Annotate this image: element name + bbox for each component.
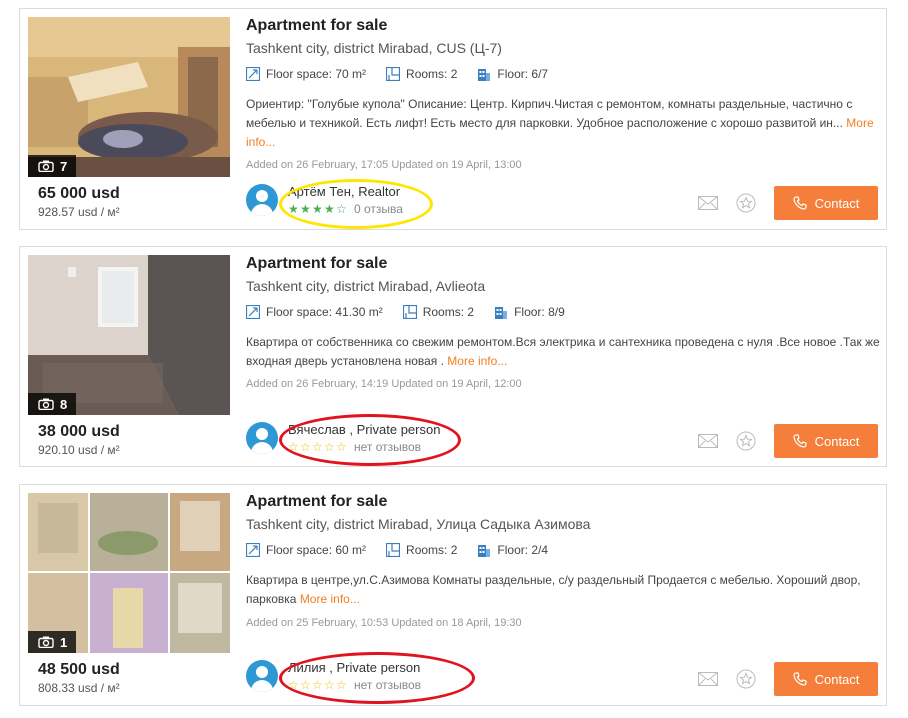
listing-dates: Added on 26 February, 17:05 Updated on 1… [246, 159, 522, 171]
floor: Floor: 8/9 [494, 305, 565, 319]
phone-icon [792, 434, 807, 448]
floor: Floor: 6/7 [477, 67, 548, 81]
favorite-icon[interactable] [736, 193, 756, 213]
favorite-icon[interactable] [736, 669, 756, 689]
listing-title[interactable]: Apartment for sale [246, 493, 387, 511]
listing-card: 7 65 000 usd 928.57 usd / м² Apartment f… [19, 8, 887, 230]
listing-specs: Floor space: 41.30 m² Rooms: 2 Floor: 8/… [246, 305, 585, 319]
listing-address: Tashkent city, district Mirabad, Avlieot… [246, 278, 486, 294]
rooms: Rooms: 2 [386, 67, 457, 81]
highlight-oval [279, 179, 433, 229]
listing-photo[interactable]: 1 [28, 493, 230, 653]
price-per-m2: 920.10 usd / м² [38, 443, 120, 457]
rooms: Rooms: 2 [402, 305, 474, 319]
listing-address: Tashkent city, district Mirabad, CUS (Ц-… [246, 40, 502, 56]
listing-specs: Floor space: 60 m² Rooms: 2 Floor: 2/4 [246, 543, 568, 557]
photo-count: 1 [60, 634, 68, 650]
more-info-link[interactable]: More info... [447, 354, 507, 368]
camera-icon [38, 636, 54, 648]
rooms-icon [386, 67, 401, 81]
contact-button[interactable]: Contact [774, 662, 878, 696]
listing-title[interactable]: Apartment for sale [246, 17, 387, 35]
price: 38 000 usd [38, 423, 120, 440]
photo-count: 8 [60, 396, 68, 412]
message-icon[interactable] [698, 193, 718, 213]
listing-actions: Contact [698, 662, 878, 696]
floor: Floor: 2/4 [477, 543, 548, 557]
price: 65 000 usd [38, 185, 120, 202]
avatar [246, 422, 278, 454]
floor-space: Floor space: 41.30 m² [246, 305, 383, 319]
camera-icon [38, 398, 54, 410]
message-icon[interactable] [698, 669, 718, 689]
highlight-oval [279, 652, 475, 704]
photo-count-badge: 1 [28, 631, 76, 653]
listing-title[interactable]: Apartment for sale [246, 255, 387, 273]
avatar [246, 660, 278, 692]
building-icon [478, 545, 491, 557]
highlight-oval [279, 414, 461, 466]
contact-button[interactable]: Contact [774, 424, 878, 458]
phone-icon [792, 672, 807, 686]
message-icon[interactable] [698, 431, 718, 451]
listing-card: 1 48 500 usd 808.33 usd / м² Apartment f… [19, 484, 887, 706]
listing-actions: Contact [698, 186, 878, 220]
listing-description: Квартира от собственника со свежим ремон… [246, 335, 880, 368]
avatar [246, 184, 278, 216]
floor-space-icon [246, 543, 260, 557]
floor-space: Floor space: 60 m² [246, 543, 366, 557]
floor-space: Floor space: 70 m² [246, 67, 366, 81]
rooms: Rooms: 2 [386, 543, 457, 557]
listing-address: Tashkent city, district Mirabad, Улица С… [246, 516, 591, 532]
listing-dates: Added on 25 February, 10:53 Updated on 1… [246, 617, 522, 629]
floor-space-icon [246, 305, 260, 319]
listing-description: Ориентир: "Голубые купола" Описание: Цен… [246, 97, 874, 149]
photo-count: 7 [60, 158, 68, 174]
listing-card: 8 38 000 usd 920.10 usd / м² Apartment f… [19, 246, 887, 467]
price-per-m2: 928.57 usd / м² [38, 205, 120, 219]
listing-dates: Added on 26 February, 14:19 Updated on 1… [246, 378, 522, 390]
price-per-m2: 808.33 usd / м² [38, 681, 120, 695]
price: 48 500 usd [38, 661, 120, 678]
rooms-icon [402, 305, 417, 319]
camera-icon [38, 160, 54, 172]
rooms-icon [386, 543, 401, 557]
photo-count-badge: 8 [28, 393, 76, 415]
phone-icon [792, 196, 807, 210]
listing-photo[interactable]: 7 [28, 17, 230, 177]
floor-space-icon [246, 67, 260, 81]
listing-photo[interactable]: 8 [28, 255, 230, 415]
photo-count-badge: 7 [28, 155, 76, 177]
favorite-icon[interactable] [736, 431, 756, 451]
listing-description: Квартира в центре,ул.С.Азимова Комнаты р… [246, 573, 861, 606]
listing-actions: Contact [698, 424, 878, 458]
building-icon [495, 307, 508, 319]
contact-button[interactable]: Contact [774, 186, 878, 220]
building-icon [478, 69, 491, 81]
more-info-link[interactable]: More info... [300, 592, 360, 606]
listing-specs: Floor space: 70 m² Rooms: 2 Floor: 6/7 [246, 67, 568, 81]
